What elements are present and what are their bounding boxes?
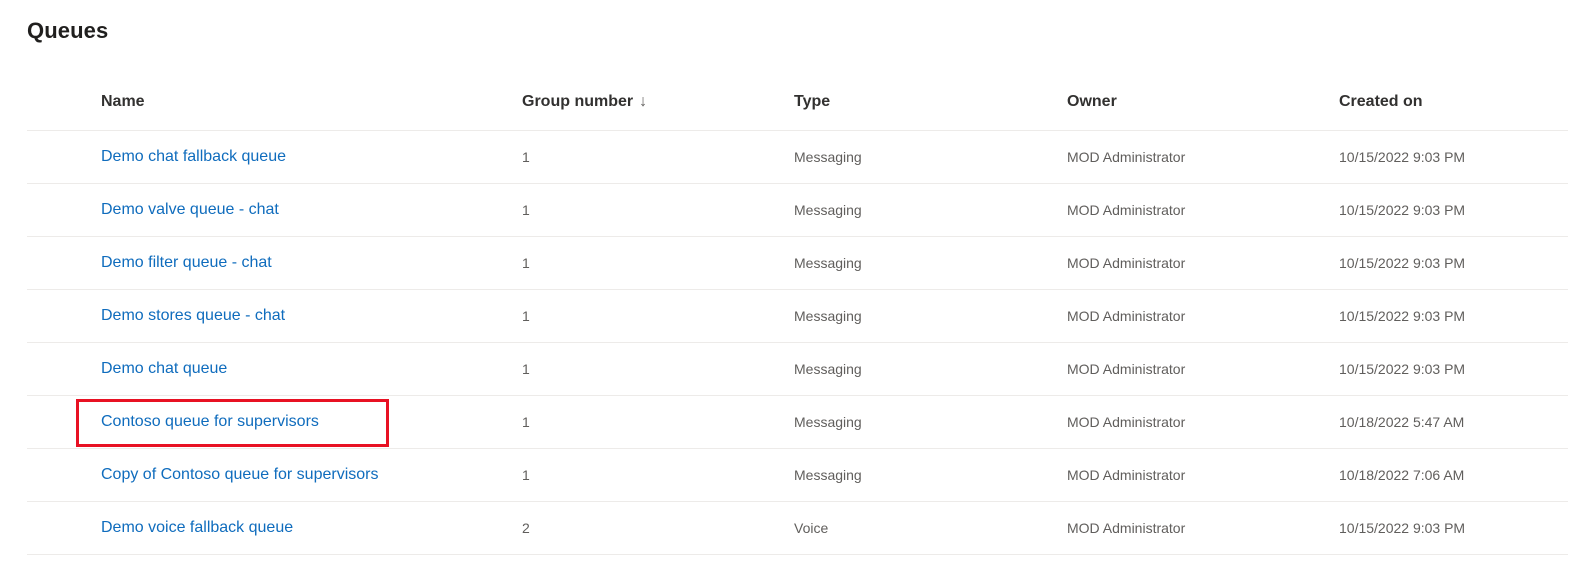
type-cell: Messaging: [794, 361, 862, 377]
type-cell: Messaging: [794, 414, 862, 430]
queue-name-link[interactable]: Demo stores queue - chat: [101, 307, 285, 325]
queue-name-link[interactable]: Demo chat fallback queue: [101, 148, 286, 166]
created-on-cell: 10/15/2022 9:03 PM: [1339, 202, 1466, 218]
owner-cell: MOD Administrator: [1067, 202, 1186, 218]
column-header-type-label: Type: [794, 93, 831, 110]
queue-name-link[interactable]: Demo voice fallback queue: [101, 519, 293, 537]
column-header-owner-label: Owner: [1067, 93, 1117, 110]
created-on-cell: 10/15/2022 9:03 PM: [1339, 255, 1466, 271]
owner-cell: MOD Administrator: [1067, 149, 1186, 165]
type-cell: Messaging: [794, 467, 862, 483]
table-row[interactable]: Copy of Contoso queue for supervisors 1 …: [27, 449, 1568, 502]
table-row[interactable]: Demo valve queue - chat 1 Messaging MOD …: [27, 184, 1568, 237]
created-on-cell: 10/15/2022 9:03 PM: [1339, 149, 1466, 165]
type-cell: Voice: [794, 520, 829, 536]
group-number-cell: 1: [522, 202, 530, 218]
type-cell: Messaging: [794, 149, 862, 165]
queue-name-link[interactable]: Demo filter queue - chat: [101, 254, 272, 272]
table-row[interactable]: Demo filter queue - chat 1 Messaging MOD…: [27, 237, 1568, 290]
column-header-created-on-label: Created on: [1339, 93, 1423, 110]
group-number-cell: 1: [522, 255, 530, 271]
created-on-cell: 10/15/2022 9:03 PM: [1339, 308, 1466, 324]
queue-name-link[interactable]: Demo chat queue: [101, 360, 227, 378]
owner-cell: MOD Administrator: [1067, 255, 1186, 271]
queues-grid: Name Group number ↓ Type Owner Created on…: [27, 78, 1568, 555]
grid-header-row: Name Group number ↓ Type Owner Created on: [27, 78, 1568, 131]
column-header-group-number[interactable]: Group number ↓: [522, 93, 647, 111]
page-title: Queues: [27, 18, 109, 43]
queues-page: Queues Name Group number ↓ Type Owner Cre…: [0, 0, 1584, 563]
column-header-group-number-label: Group number: [522, 93, 634, 110]
type-cell: Messaging: [794, 308, 862, 324]
owner-cell: MOD Administrator: [1067, 308, 1186, 324]
group-number-cell: 2: [522, 520, 530, 536]
column-header-created-on[interactable]: Created on: [1339, 93, 1423, 111]
created-on-cell: 10/18/2022 5:47 AM: [1339, 414, 1465, 430]
table-row[interactable]: Demo voice fallback queue 2 Voice MOD Ad…: [27, 502, 1568, 555]
owner-cell: MOD Administrator: [1067, 520, 1186, 536]
table-row[interactable]: Demo stores queue - chat 1 Messaging MOD…: [27, 290, 1568, 343]
owner-cell: MOD Administrator: [1067, 467, 1186, 483]
group-number-cell: 1: [522, 308, 530, 324]
group-number-cell: 1: [522, 414, 530, 430]
column-header-name[interactable]: Name: [101, 93, 145, 111]
table-row[interactable]: Contoso queue for supervisors 1 Messagin…: [27, 396, 1568, 449]
created-on-cell: 10/18/2022 7:06 AM: [1339, 467, 1465, 483]
group-number-cell: 1: [522, 149, 530, 165]
created-on-cell: 10/15/2022 9:03 PM: [1339, 361, 1466, 377]
owner-cell: MOD Administrator: [1067, 361, 1186, 377]
queue-name-link[interactable]: Copy of Contoso queue for supervisors: [101, 466, 378, 484]
table-row[interactable]: Demo chat fallback queue 1 Messaging MOD…: [27, 131, 1568, 184]
column-header-name-label: Name: [101, 93, 145, 110]
sort-descending-icon: ↓: [639, 93, 648, 110]
owner-cell: MOD Administrator: [1067, 414, 1186, 430]
column-header-type[interactable]: Type: [794, 93, 830, 111]
group-number-cell: 1: [522, 467, 530, 483]
table-row[interactable]: Demo chat queue 1 Messaging MOD Administ…: [27, 343, 1568, 396]
queue-name-link[interactable]: Contoso queue for supervisors: [101, 413, 319, 431]
type-cell: Messaging: [794, 202, 862, 218]
group-number-cell: 1: [522, 361, 530, 377]
created-on-cell: 10/15/2022 9:03 PM: [1339, 520, 1466, 536]
type-cell: Messaging: [794, 255, 862, 271]
column-header-owner[interactable]: Owner: [1067, 93, 1117, 111]
queue-name-link[interactable]: Demo valve queue - chat: [101, 201, 279, 219]
